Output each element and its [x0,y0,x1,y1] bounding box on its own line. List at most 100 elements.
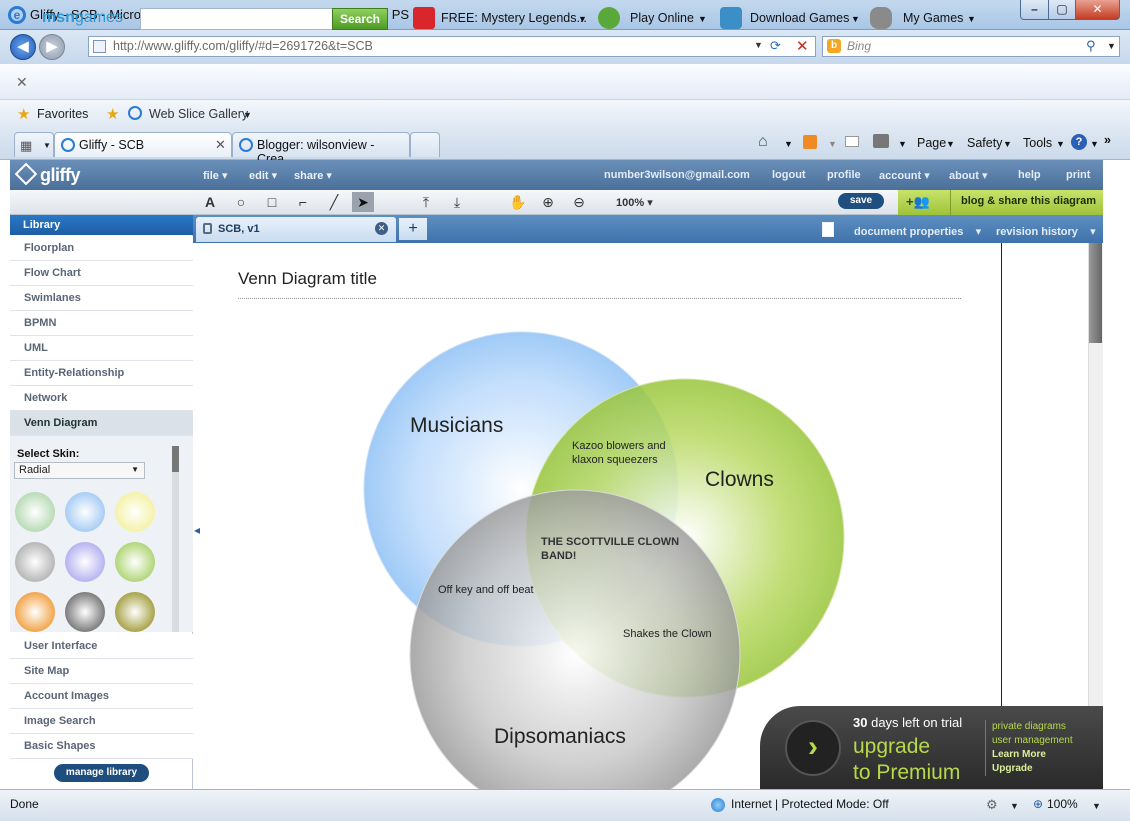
page-menu[interactable]: Page [917,136,946,150]
chevron-down-icon[interactable]: ▼ [828,139,837,149]
musicians-label[interactable]: Musicians [410,414,503,437]
skin-scrollbar[interactable] [172,446,179,632]
clowns-label[interactable]: Clowns [705,468,774,491]
msn-item-my-games[interactable]: My Games [903,11,963,25]
zoom-in-icon[interactable]: ⊕ [537,192,559,212]
library-item-image-search[interactable]: Image Search [10,709,193,734]
library-item-user-interface[interactable]: User Interface [10,634,193,659]
chevron-down-icon[interactable]: ▼ [946,139,955,149]
protected-mode-icon[interactable]: ⚙ [986,797,998,813]
refresh-icon[interactable]: ⟳ [770,38,781,54]
line-tool-icon[interactable]: ╱ [323,192,345,212]
close-tab-icon[interactable]: ✕ [215,137,226,153]
security-zone[interactable]: Internet | Protected Mode: Off [731,797,889,811]
skin-scrollbar-thumb[interactable] [172,446,179,472]
library-item-bpmn[interactable]: BPMN [10,311,193,336]
library-item-entity-relationship[interactable]: Entity-Relationship [10,361,193,386]
msn-search-input[interactable] [140,8,334,30]
close-toolbar-icon[interactable]: ✕ [16,74,28,91]
profile-link[interactable]: profile [827,169,861,181]
center-label-line1[interactable]: THE SCOTTVILLE CLOWN [541,536,679,548]
send-back-icon[interactable]: ⤓ [446,192,468,212]
library-item-uml[interactable]: UML [10,336,193,361]
tools-menu[interactable]: Tools [1023,136,1052,150]
kazoo-label-line1[interactable]: Kazoo blowers and [572,440,666,452]
upgrade-promo[interactable]: › 30 days left on trial upgrade to Premi… [760,706,1103,789]
chevron-down-icon[interactable]: ▼ [1090,139,1099,149]
maximize-button[interactable]: ▢ [1048,0,1076,20]
skin-swatch[interactable] [15,492,55,532]
manage-library-button[interactable]: manage library [54,764,149,782]
msn-search-button[interactable]: Search [332,8,388,30]
library-item-network[interactable]: Network [10,386,193,411]
menu-edit[interactable]: edit ▾ [249,169,277,182]
menu-file[interactable]: file ▾ [203,169,227,182]
skin-swatch[interactable] [65,542,105,582]
text-tool-icon[interactable]: A [199,192,221,212]
chevron-down-icon[interactable]: ▼ [851,14,860,24]
logout-link[interactable]: logout [772,169,806,181]
back-button[interactable]: ◀ [10,34,36,60]
quick-tabs-button[interactable]: ▦ ▼ [14,132,54,157]
revision-history-menu[interactable]: revision history ▾ [996,225,1096,238]
search-options-icon[interactable]: ▼ [1107,41,1116,51]
library-item-site-map[interactable]: Site Map [10,659,193,684]
zoom-level[interactable]: 100% [1047,797,1078,811]
msn-item-play-online[interactable]: Play Online [630,11,694,25]
connector-tool-icon[interactable]: ⌐ [292,192,314,212]
minimize-button[interactable]: – [1020,0,1049,20]
more-tools-icon[interactable]: » [1104,133,1111,147]
rss-feed-icon[interactable] [803,135,817,149]
help-link[interactable]: help [1018,169,1041,181]
save-button[interactable]: save [838,193,884,209]
chevron-down-icon[interactable]: ▼ [1010,801,1019,811]
home-icon[interactable]: ⌂ [758,133,768,151]
chevron-down-icon[interactable]: ▼ [698,14,707,24]
browser-tab-blogger[interactable]: Blogger: wilsonview - Crea... [232,132,410,166]
account-link[interactable]: account ▾ [879,169,930,182]
stop-icon[interactable]: ✕ [796,37,809,55]
zoom-out-icon[interactable]: ⊖ [568,192,590,212]
upgrade-link[interactable]: Upgrade [992,763,1033,774]
document-properties-menu[interactable]: document properties ▾ [854,225,981,238]
skin-swatch[interactable] [15,542,55,582]
chevron-down-icon[interactable]: ▼ [1056,139,1065,149]
chevron-down-icon[interactable]: ▼ [784,139,793,149]
library-item-flow-chart[interactable]: Flow Chart [10,261,193,286]
diagram-title[interactable]: Venn Diagram title [238,269,377,289]
skin-swatch[interactable] [65,492,105,532]
chevron-down-icon[interactable]: ▼ [898,139,907,149]
web-slice-gallery[interactable]: Web Slice Gallery [149,107,248,121]
upgrade-arrow-icon[interactable]: › [785,720,841,776]
new-tab-button[interactable] [410,132,440,157]
hand-tool-icon[interactable]: ✋ [507,192,529,212]
msn-item-download-games[interactable]: Download Games [750,11,849,25]
skin-swatch[interactable] [65,592,105,632]
address-field[interactable]: http://www.gliffy.com/gliffy/#d=2691726&… [88,36,816,57]
skin-select[interactable]: Radial ▼ [14,462,145,479]
add-favorite-icon[interactable]: ★ [106,105,119,123]
chevron-down-icon[interactable]: ▼ [1003,139,1012,149]
close-tab-icon[interactable]: ✕ [375,222,388,235]
library-item-venn-diagram[interactable]: Venn Diagram [10,411,193,436]
chevron-down-icon[interactable]: ▼ [243,110,252,120]
add-tab-button[interactable]: + [399,218,427,240]
browser-tab-gliffy[interactable]: Gliffy - SCB ✕ [54,132,232,157]
close-window-button[interactable]: ✕ [1075,0,1120,20]
safety-menu[interactable]: Safety [967,136,1002,150]
bring-front-icon[interactable]: ⤒ [415,192,437,212]
to-premium-text[interactable]: to Premium [853,761,960,785]
help-icon[interactable]: ? [1071,134,1087,150]
library-item-account-images[interactable]: Account Images [10,684,193,709]
favorites-button[interactable]: Favorites [37,107,88,121]
mail-icon[interactable] [845,136,859,147]
msn-item-mystery-legends[interactable]: FREE: Mystery Legends... [441,11,587,25]
print-icon[interactable] [873,134,889,148]
library-item-floorplan[interactable]: Floorplan [10,236,193,261]
ellipse-tool-icon[interactable]: ○ [230,192,252,212]
pointer-tool-icon[interactable]: ➤ [352,192,374,212]
dipsomaniacs-label[interactable]: Dipsomaniacs [494,725,626,748]
address-dropdown-icon[interactable]: ▼ [754,40,763,50]
zoom-select[interactable]: 100% ▾ [616,196,653,209]
upgrade-text[interactable]: upgrade [853,735,930,759]
